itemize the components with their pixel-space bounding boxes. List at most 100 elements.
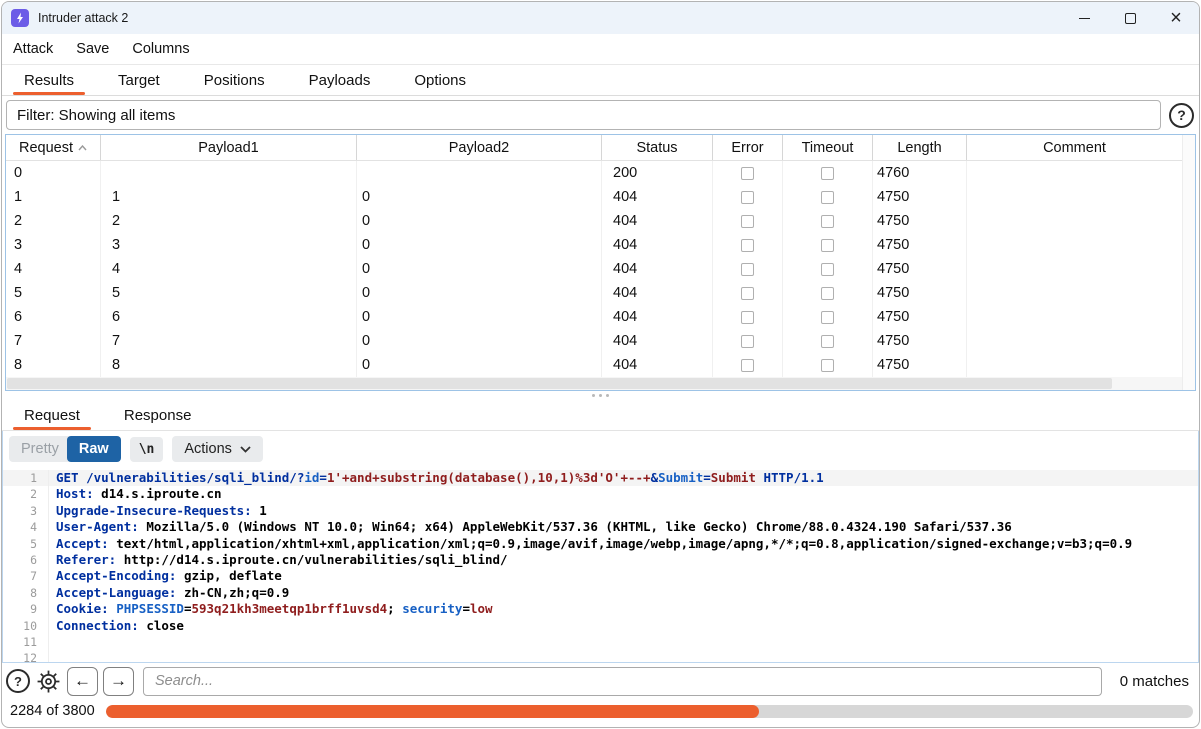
table-row[interactable]: 3304044750 — [6, 233, 1182, 257]
table-row[interactable]: 4404044750 — [6, 257, 1182, 281]
results-table: Request Payload1Payload2StatusErrorTimeou… — [5, 134, 1196, 391]
column-header-comment[interactable]: Comment — [967, 135, 1182, 160]
column-header-error[interactable]: Error — [713, 135, 783, 160]
table-row[interactable]: 6604044750 — [6, 305, 1182, 329]
code-line: 5Accept: text/html,application/xhtml+xml… — [3, 536, 1198, 552]
cell-payload1: 6 — [101, 305, 357, 329]
line-number: 12 — [3, 650, 49, 662]
error-checkbox[interactable] — [741, 311, 754, 324]
tab-options[interactable]: Options — [398, 65, 482, 95]
horizontal-scrollbar[interactable] — [6, 377, 1182, 390]
help-icon[interactable]: ? — [1169, 103, 1194, 128]
tab-positions[interactable]: Positions — [188, 65, 281, 95]
timeout-checkbox[interactable] — [821, 239, 834, 252]
table-row[interactable]: 5504044750 — [6, 281, 1182, 305]
vertical-scrollbar[interactable] — [1182, 135, 1195, 390]
timeout-checkbox[interactable] — [821, 311, 834, 324]
error-checkbox[interactable] — [741, 191, 754, 204]
cell-status: 404 — [602, 233, 713, 257]
column-header-label: Request — [19, 140, 73, 156]
cell-request: 4 — [6, 257, 101, 281]
error-checkbox[interactable] — [741, 263, 754, 276]
cell-error — [713, 305, 783, 329]
cell-comment — [967, 161, 1182, 185]
error-checkbox[interactable] — [741, 359, 754, 372]
search-input[interactable] — [143, 667, 1102, 696]
tab-results[interactable]: Results — [8, 65, 90, 95]
timeout-checkbox[interactable] — [821, 287, 834, 300]
next-match-button[interactable]: → — [103, 667, 134, 696]
error-checkbox[interactable] — [741, 239, 754, 252]
horizontal-scrollbar-thumb[interactable] — [7, 378, 1112, 389]
column-header-request[interactable]: Request — [6, 135, 101, 160]
show-newlines-button[interactable]: \n — [130, 437, 164, 462]
tab-target[interactable]: Target — [102, 65, 176, 95]
progress-bar-fill — [106, 705, 759, 718]
cell-payload2: 0 — [357, 185, 602, 209]
timeout-checkbox[interactable] — [821, 263, 834, 276]
cell-timeout — [783, 257, 873, 281]
timeout-checkbox[interactable] — [821, 335, 834, 348]
line-content: Cookie: PHPSESSID=593q21kh3meetqp1brff1u… — [49, 601, 493, 617]
minimize-button[interactable] — [1061, 2, 1107, 34]
line-number: 7 — [3, 568, 49, 584]
editor-tab-response[interactable]: Response — [108, 400, 208, 430]
cell-comment — [967, 185, 1182, 209]
previous-match-button[interactable]: ← — [67, 667, 98, 696]
column-header-payload2[interactable]: Payload2 — [357, 135, 602, 160]
raw-button[interactable]: Raw — [67, 436, 121, 462]
menu-item-attack[interactable]: Attack — [13, 41, 53, 57]
timeout-checkbox[interactable] — [821, 359, 834, 372]
editor-tab-request[interactable]: Request — [8, 400, 96, 430]
search-help-icon[interactable]: ? — [6, 669, 30, 693]
cell-payload2: 0 — [357, 353, 602, 377]
cell-payload1: 2 — [101, 209, 357, 233]
menu-item-columns[interactable]: Columns — [132, 41, 189, 57]
cell-payload1 — [101, 161, 357, 185]
column-header-payload1[interactable]: Payload1 — [101, 135, 357, 160]
column-header-status[interactable]: Status — [602, 135, 713, 160]
table-row[interactable]: 02004760 — [6, 161, 1182, 185]
cell-payload1: 7 — [101, 329, 357, 353]
tab-payloads[interactable]: Payloads — [293, 65, 387, 95]
timeout-checkbox[interactable] — [821, 167, 834, 180]
timeout-checkbox[interactable] — [821, 191, 834, 204]
line-number: 2 — [3, 486, 49, 502]
window-title: Intruder attack 2 — [38, 11, 128, 25]
error-checkbox[interactable] — [741, 287, 754, 300]
request-editor-text[interactable]: 1GET /vulnerabilities/sqli_blind/?id=1'+… — [3, 467, 1198, 662]
table-row[interactable]: 8804044750 — [6, 353, 1182, 377]
timeout-checkbox[interactable] — [821, 215, 834, 228]
cell-length: 4750 — [873, 233, 967, 257]
close-button[interactable]: × — [1153, 2, 1199, 34]
cell-error — [713, 329, 783, 353]
gear-icon[interactable] — [35, 668, 62, 695]
error-checkbox[interactable] — [741, 215, 754, 228]
line-content — [49, 634, 56, 650]
cell-timeout — [783, 185, 873, 209]
table-row[interactable]: 1104044750 — [6, 185, 1182, 209]
cell-payload1: 3 — [101, 233, 357, 257]
table-row[interactable]: 7704044750 — [6, 329, 1182, 353]
code-line: 9Cookie: PHPSESSID=593q21kh3meetqp1brff1… — [3, 601, 1198, 617]
line-content: Connection: close — [49, 618, 184, 634]
error-checkbox[interactable] — [741, 335, 754, 348]
column-header-length[interactable]: Length — [873, 135, 967, 160]
table-row[interactable]: 2204044750 — [6, 209, 1182, 233]
pretty-button[interactable]: Pretty — [9, 436, 69, 462]
cell-request: 2 — [6, 209, 101, 233]
menu-item-save[interactable]: Save — [76, 41, 109, 57]
cell-length: 4750 — [873, 185, 967, 209]
actions-button[interactable]: Actions — [172, 436, 263, 462]
cell-request: 6 — [6, 305, 101, 329]
cell-payload1: 5 — [101, 281, 357, 305]
filter-bar[interactable]: Filter: Showing all items — [6, 100, 1161, 130]
column-header-timeout[interactable]: Timeout — [783, 135, 873, 160]
line-content: Accept-Encoding: gzip, deflate — [49, 568, 282, 584]
maximize-button[interactable] — [1107, 2, 1153, 34]
cell-status: 404 — [602, 281, 713, 305]
message-editor: Pretty Raw \n Actions 1GET /vulnerabilit… — [2, 431, 1199, 663]
line-number: 9 — [3, 601, 49, 617]
panel-splitter[interactable] — [2, 391, 1199, 400]
error-checkbox[interactable] — [741, 167, 754, 180]
